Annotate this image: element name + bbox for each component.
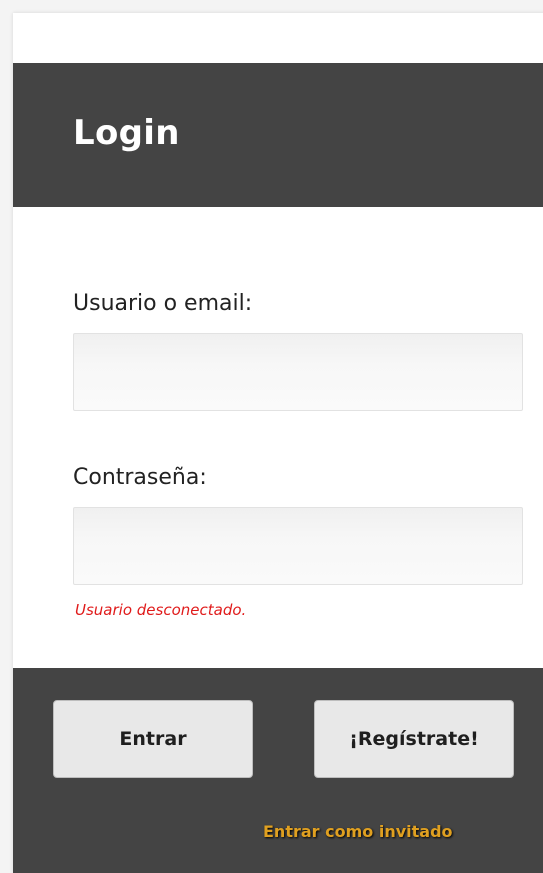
login-panel: Login Usuario o email: Contraseña: Usuar… (13, 13, 543, 873)
register-button[interactable]: ¡Regístrate! (314, 700, 514, 778)
username-label: Usuario o email: (73, 291, 253, 316)
password-label: Contraseña: (73, 465, 207, 490)
guest-login-link[interactable]: Entrar como invitado (263, 822, 453, 841)
login-button[interactable]: Entrar (53, 700, 253, 778)
username-input[interactable] (73, 333, 523, 411)
password-input[interactable] (73, 507, 523, 585)
login-header: Login (13, 63, 543, 207)
login-footer: Entrar ¡Regístrate! Entrar como invitado (13, 668, 543, 873)
status-message: Usuario desconectado. (75, 601, 247, 619)
page-title: Login (73, 113, 180, 153)
